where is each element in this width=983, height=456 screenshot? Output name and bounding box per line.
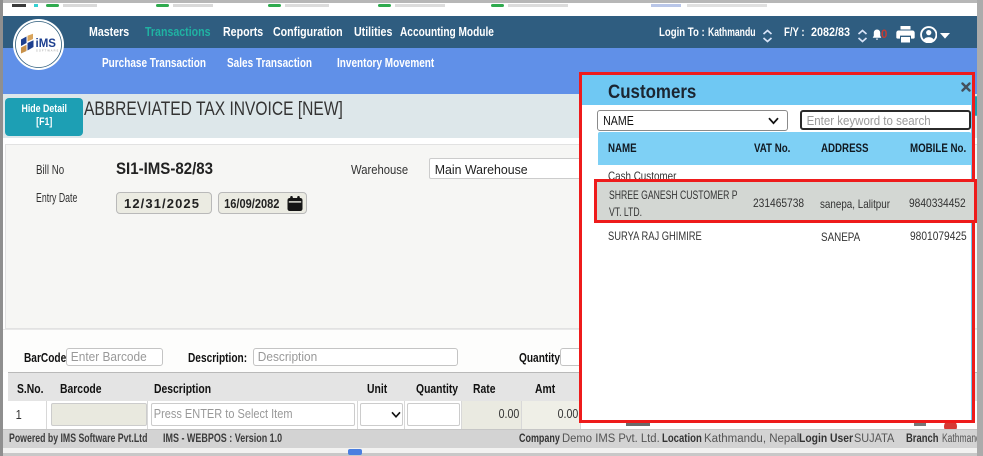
svg-text:iMS: iMS [36,38,57,50]
svg-text:SOFTWARE: SOFTWARE [36,49,59,53]
